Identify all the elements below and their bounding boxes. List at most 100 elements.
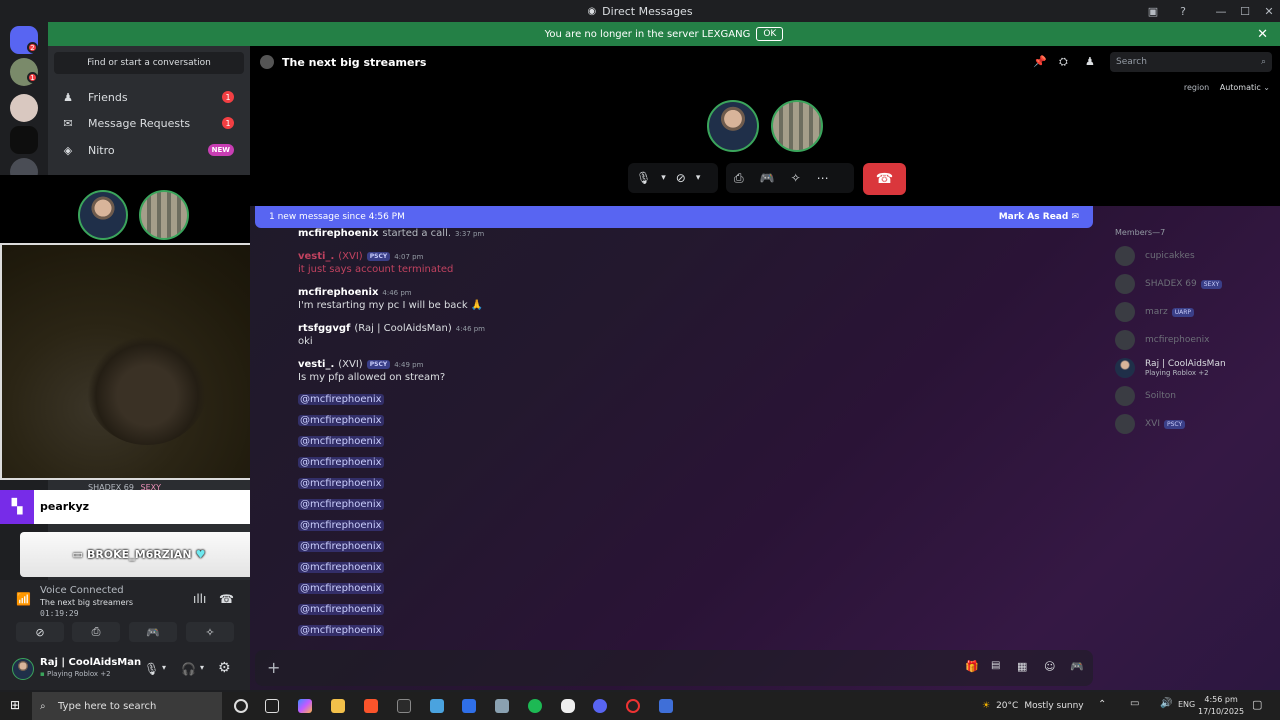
mention[interactable]: @mcfirephoenix [298, 499, 384, 510]
headset-icon[interactable]: 🎧 [181, 662, 196, 676]
discord-taskbar-icon[interactable] [593, 699, 607, 713]
photos-icon[interactable] [430, 699, 444, 713]
user-avatar[interactable] [12, 658, 34, 680]
mention[interactable]: @mcfirephoenix [298, 604, 384, 615]
message[interactable]: mcfirephoenix started a call. 3:37 pm [298, 228, 1078, 239]
call-avatar-feet[interactable] [771, 100, 823, 152]
weather-widget[interactable]: ☀ 20°C Mostly sunny [982, 692, 1084, 720]
message-author[interactable]: vesti_. [298, 251, 334, 262]
app-icon[interactable] [462, 699, 476, 713]
message[interactable]: vesti_. (XVI) PSCY 4:49 pm Is my pfp allowed… [298, 359, 1078, 383]
camera-off-button[interactable]: ⊘ [16, 622, 64, 642]
banner-close-icon[interactable]: ✕ [1257, 27, 1268, 42]
minimize-button[interactable]: — [1208, 0, 1234, 22]
mention[interactable]: @mcfirephoenix [298, 562, 384, 573]
taskbar-search-input[interactable]: ⌕ Type here to search [32, 692, 222, 720]
file-explorer-icon[interactable] [331, 699, 345, 713]
volume-icon[interactable]: 🔊 [1160, 698, 1172, 709]
message-author[interactable]: mcfirephoenix [298, 287, 378, 298]
chevron-down-icon[interactable]: ▾ [694, 173, 703, 183]
audio-app-icon[interactable] [397, 699, 411, 713]
chevron-down-icon[interactable]: ▾ [200, 663, 204, 672]
member-item[interactable]: XVI PSCY [1115, 412, 1186, 436]
sticker-icon[interactable]: ▦ [1017, 660, 1027, 673]
call-avatar-raj[interactable] [707, 100, 759, 152]
mouse-app-icon[interactable] [561, 699, 575, 713]
chevron-up-icon[interactable]: ⌃ [1098, 699, 1106, 710]
mention[interactable]: @mcfirephoenix [298, 457, 384, 468]
maximize-button[interactable]: ☐ [1232, 0, 1258, 22]
member-item[interactable]: Soilton [1115, 384, 1176, 408]
inbox-icon[interactable]: ▣ [1140, 0, 1166, 22]
mention[interactable]: @mcfirephoenix [298, 394, 384, 405]
member-item[interactable]: cupicakkes [1115, 244, 1195, 268]
member-list-icon[interactable]: ♟ [1085, 55, 1095, 68]
group-title[interactable]: The next big streamers [282, 56, 426, 69]
clock[interactable]: 4:56 pm 17/10/2025 [1198, 694, 1244, 718]
brave-icon[interactable] [364, 699, 378, 713]
sidebar-item-nitro[interactable]: ◈ Nitro NEW [54, 138, 244, 162]
screen-share-button[interactable]: ⎙ [72, 622, 120, 642]
noise-suppression-icon[interactable]: ıllı [193, 592, 206, 606]
spotify-icon[interactable] [528, 699, 542, 713]
emoji-icon[interactable]: ☺ [1044, 660, 1055, 673]
gif-icon[interactable]: ▤ [991, 660, 1000, 671]
server-icon-cat[interactable] [10, 94, 38, 122]
language-indicator[interactable]: ENG [1178, 700, 1195, 709]
message-author[interactable]: rtsfggvgf [298, 323, 350, 334]
obs-icon[interactable] [626, 699, 640, 713]
chevron-down-icon[interactable]: ▾ [659, 173, 668, 183]
mic-icon[interactable]: 🎙 [144, 662, 159, 676]
mark-as-read-button[interactable]: Mark As Read ✉ [999, 212, 1079, 222]
message-author[interactable]: vesti_. [298, 359, 334, 370]
message[interactable]: mcfirephoenix 4:46 pm I'm restarting my pc… [298, 287, 1078, 311]
sidebar-item-message-requests[interactable]: ✉ Message Requests 1 [54, 111, 244, 135]
leave-call-button[interactable]: ☎ [863, 163, 906, 195]
activities-icon[interactable]: 🎮 [752, 171, 783, 185]
gear-icon[interactable]: ⚙ [218, 660, 231, 676]
more-icon[interactable]: ⋯ [809, 171, 837, 185]
banner-ok-button[interactable]: OK [756, 27, 784, 41]
member-item[interactable]: SHADEX 69 SEXY [1115, 272, 1223, 296]
pin-icon[interactable]: 📌 [1033, 55, 1047, 68]
windows-start-icon[interactable]: ⊞ [10, 698, 20, 712]
voice-channel[interactable]: The next big streamers [40, 598, 133, 607]
cortana-icon[interactable] [234, 699, 248, 713]
app-blue-icon[interactable] [659, 699, 673, 713]
search-input[interactable]: Search ⌕ [1110, 52, 1272, 72]
message-author[interactable]: mcfirephoenix [298, 228, 378, 239]
member-item[interactable]: Raj | CoolAidsMan Playing Roblox +2 [1115, 356, 1226, 380]
task-view-icon[interactable] [265, 699, 279, 713]
soundboard-icon[interactable]: ✧ [783, 171, 809, 185]
gift-icon[interactable]: 🎁 [965, 660, 979, 673]
steam-icon[interactable] [495, 699, 509, 713]
plus-icon[interactable]: + [267, 658, 280, 677]
mention[interactable]: @mcfirephoenix [298, 625, 384, 636]
message[interactable]: vesti_. (XVI) PSCY 4:07 pm it just says acco… [298, 251, 1078, 275]
help-icon[interactable]: ? [1170, 0, 1196, 22]
find-conversation-input[interactable]: Find or start a conversation [54, 52, 244, 74]
mention[interactable]: @mcfirephoenix [298, 583, 384, 594]
new-messages-bar[interactable]: 1 new message since 4:56 PM Mark As Read… [255, 206, 1093, 228]
sidebar-item-friends[interactable]: ♟ Friends 1 [54, 85, 244, 109]
mention[interactable]: @mcfirephoenix [298, 415, 384, 426]
copilot-icon[interactable] [298, 699, 312, 713]
notifications-icon[interactable]: ▢ [1252, 698, 1262, 711]
add-friends-icon[interactable]: ⛭ [1059, 55, 1068, 69]
mention[interactable]: @mcfirephoenix [298, 436, 384, 447]
apps-icon[interactable]: 🎮 [1070, 660, 1084, 673]
soundboard-button[interactable]: ✧ [186, 622, 234, 642]
message-composer[interactable]: + 🎁 ▤ ▦ ☺ 🎮 [255, 650, 1093, 686]
camera-off-icon[interactable]: ⊘ [668, 171, 694, 185]
member-item[interactable]: marz UARP [1115, 300, 1195, 324]
message[interactable]: rtsfggvgf (Raj | CoolAidsMan) 4:46 pm oki [298, 323, 1078, 347]
server-icon-dark[interactable] [10, 126, 38, 154]
mic-icon[interactable]: 🎙 [628, 171, 659, 185]
mention[interactable]: @mcfirephoenix [298, 520, 384, 531]
member-item[interactable]: mcfirephoenix [1115, 328, 1209, 352]
screen-share-icon[interactable]: ⎙ [726, 171, 752, 186]
activities-button[interactable]: 🎮 [129, 622, 177, 642]
disconnect-icon[interactable]: ☎ [219, 592, 234, 606]
mention[interactable]: @mcfirephoenix [298, 478, 384, 489]
chevron-down-icon[interactable]: ▾ [162, 663, 166, 672]
